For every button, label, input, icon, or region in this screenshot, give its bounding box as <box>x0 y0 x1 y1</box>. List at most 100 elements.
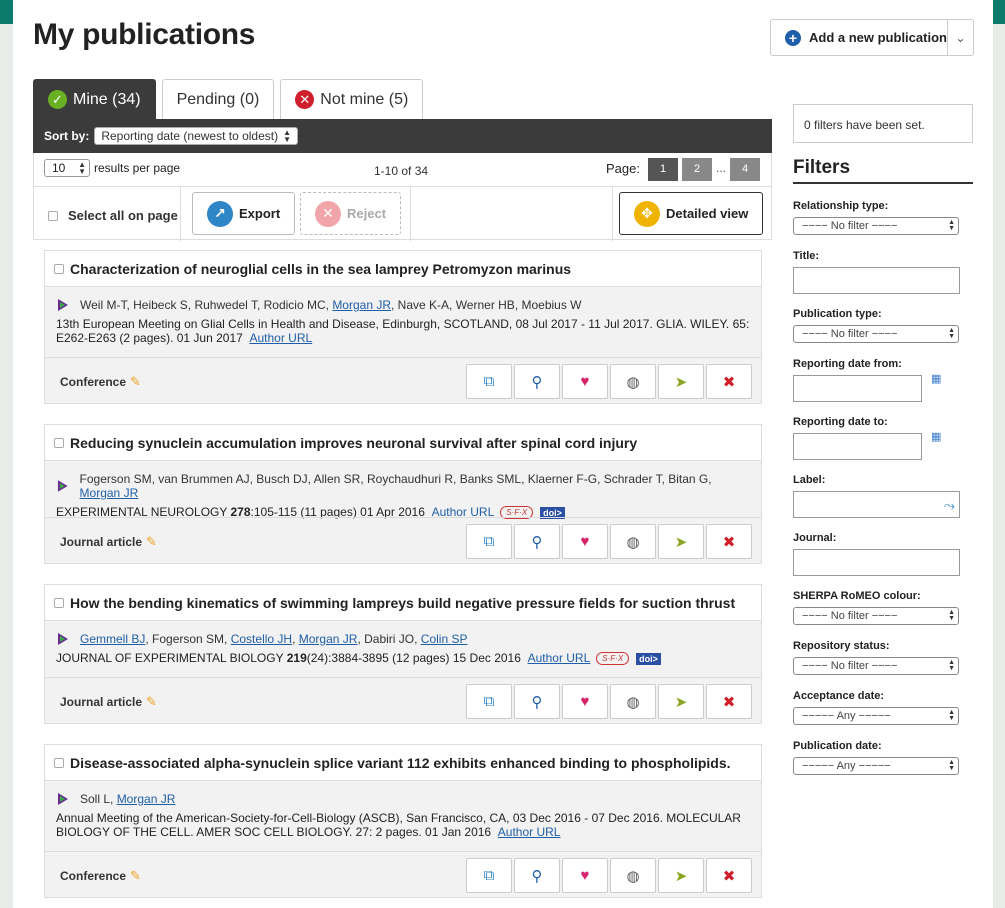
add-publication-dropdown[interactable]: ⌄ <box>947 20 973 55</box>
tab-mine[interactable]: ✓ Mine (34) <box>33 79 156 119</box>
relationship-type-select[interactable]: −−−− No filter −−−− ▲ ▼ <box>793 217 959 235</box>
reject-label: Reject <box>347 206 387 221</box>
publication-checkbox[interactable] <box>54 597 64 608</box>
copy-icon[interactable]: ⧉ <box>466 524 512 559</box>
page-4-button[interactable]: 4 <box>730 158 760 181</box>
reject-icon: ✕ <box>315 200 341 227</box>
publication-title-bar: Reducing synuclein accumulation improves… <box>45 425 761 461</box>
select-arrows-icon: ▲ ▼ <box>283 128 292 144</box>
publication-actions: ⧉ ⚲ ♥ ◍ ➤ ✖ <box>466 524 752 559</box>
relationship-icon[interactable]: ➤ <box>658 364 704 399</box>
bulk-action-bar: Select all on page ↗ Export ✕ Reject ✥ D… <box>33 186 772 241</box>
publication-title[interactable]: Disease-associated alpha-synuclein splic… <box>70 755 731 771</box>
copy-icon[interactable]: ⧉ <box>466 858 512 893</box>
detailed-view-button[interactable]: ✥ Detailed view <box>619 192 764 235</box>
page-1-button[interactable]: 1 <box>648 158 678 181</box>
sfx-link[interactable]: S·F·X <box>596 652 630 666</box>
pencil-icon[interactable]: ✎ <box>146 534 157 549</box>
author-link[interactable]: Morgan JR <box>299 632 358 646</box>
repository-status-select[interactable]: −−−− No filter −−−− ▲ ▼ <box>793 657 959 675</box>
publication-checkbox[interactable] <box>54 437 64 448</box>
results-per-page-select[interactable]: 10 ▲ ▼ <box>44 159 90 177</box>
author-url-link[interactable]: Author URL <box>528 651 591 665</box>
plus-icon: + <box>785 29 801 46</box>
hide-icon[interactable]: ◍ <box>610 364 656 399</box>
heart-icon[interactable]: ♥ <box>562 684 608 719</box>
search-icon[interactable]: ⚲ <box>514 524 560 559</box>
author-link[interactable]: Morgan JR <box>332 298 391 312</box>
author-url-link[interactable]: Author URL <box>498 825 561 839</box>
reporting-date-from-input[interactable] <box>793 375 922 402</box>
pencil-icon[interactable]: ✎ <box>130 374 141 389</box>
doi-link[interactable]: doi> <box>636 652 661 665</box>
publication-type-select[interactable]: −−−− No filter −−−− ▲ ▼ <box>793 325 959 343</box>
filter-sherpa-romeo: SHERPA RoMEO colour: −−−− No filter −−−−… <box>793 590 959 625</box>
filters-heading: Filters <box>793 157 973 184</box>
publication-authors: Gemmell BJ, Fogerson SM, Costello JH, Mo… <box>45 621 761 646</box>
publication-footer: Journal article ✎ ⧉ ⚲ ♥ ◍ ➤ ✖ <box>45 517 761 563</box>
author-url-link[interactable]: Author URL <box>249 331 312 345</box>
sort-select[interactable]: Reporting date (newest to oldest) ▲ ▼ <box>94 127 299 145</box>
search-icon[interactable]: ⚲ <box>514 858 560 893</box>
add-publication-button[interactable]: + Add a new publication <box>771 20 947 55</box>
heart-icon[interactable]: ♥ <box>562 858 608 893</box>
export-button[interactable]: ↗ Export <box>192 192 296 235</box>
search-icon[interactable]: ⚲ <box>514 364 560 399</box>
relationship-icon[interactable]: ➤ <box>658 524 704 559</box>
acceptance-date-select[interactable]: −−−−− Any −−−−− ▲ ▼ <box>793 707 959 725</box>
search-icon[interactable]: ⚲ <box>514 684 560 719</box>
publication-checkbox[interactable] <box>54 263 64 274</box>
reporting-date-to-input[interactable] <box>793 433 922 460</box>
heart-icon[interactable]: ♥ <box>562 524 608 559</box>
publication-title[interactable]: Reducing synuclein accumulation improves… <box>70 435 637 451</box>
close-icon[interactable]: ✖ <box>706 524 752 559</box>
publication-checkbox[interactable] <box>54 757 64 768</box>
relationship-icon[interactable]: ➤ <box>658 684 704 719</box>
author-link[interactable]: Costello JH <box>231 632 292 646</box>
title-input[interactable] <box>793 267 960 294</box>
heart-icon[interactable]: ♥ <box>562 364 608 399</box>
author-link[interactable]: Colin SP <box>421 632 468 646</box>
publication-title[interactable]: How the bending kinematics of swimming l… <box>70 595 735 611</box>
author-link[interactable]: Morgan JR <box>117 792 176 806</box>
copy-icon[interactable]: ⧉ <box>466 684 512 719</box>
sherpa-romeo-select[interactable]: −−−− No filter −−−− ▲ ▼ <box>793 607 959 625</box>
author-link[interactable]: Morgan JR <box>80 486 139 500</box>
pager-bar: 10 ▲ ▼ results per page 1-10 of 34 Page: … <box>33 153 772 186</box>
reject-button[interactable]: ✕ Reject <box>300 192 402 235</box>
pencil-icon[interactable]: ✎ <box>146 694 157 709</box>
close-icon[interactable]: ✖ <box>706 684 752 719</box>
checkbox[interactable] <box>48 210 58 221</box>
author-link[interactable]: Gemmell BJ <box>80 632 145 646</box>
journal-input[interactable] <box>793 549 960 576</box>
publication-footer: Conference ✎ ⧉ ⚲ ♥ ◍ ➤ ✖ <box>45 851 761 897</box>
hide-icon[interactable]: ◍ <box>610 524 656 559</box>
results-per-page: 10 ▲ ▼ results per page <box>44 159 180 177</box>
calendar-icon[interactable]: ▦ <box>931 430 941 443</box>
calendar-icon[interactable]: ▦ <box>931 372 941 385</box>
wand-icon[interactable]: ⤳ <box>944 497 955 514</box>
hide-icon[interactable]: ◍ <box>610 858 656 893</box>
copy-icon[interactable]: ⧉ <box>466 364 512 399</box>
publication-footer: Conference ✎ ⧉ ⚲ ♥ ◍ ➤ ✖ <box>45 357 761 403</box>
pencil-icon[interactable]: ✎ <box>130 868 141 883</box>
export-label: Export <box>239 206 281 221</box>
publication-item: Reducing synuclein accumulation improves… <box>44 424 762 564</box>
close-icon[interactable]: ✖ <box>706 364 752 399</box>
select-arrows-icon: ▲ ▼ <box>948 759 955 772</box>
publication-title[interactable]: Characterization of neuroglial cells in … <box>70 261 571 277</box>
select-all-checkbox[interactable]: Select all on page <box>48 208 178 223</box>
close-icon[interactable]: ✖ <box>706 858 752 893</box>
tab-not-mine[interactable]: ✕ Not mine (5) <box>280 79 424 119</box>
relationship-icon[interactable]: ➤ <box>658 858 704 893</box>
label-input[interactable]: ⤳ <box>793 491 960 518</box>
page-2-button[interactable]: 2 <box>682 158 712 181</box>
publication-item: How the bending kinematics of swimming l… <box>44 584 762 724</box>
publication-date-select[interactable]: −−−−− Any −−−−− ▲ ▼ <box>793 757 959 775</box>
authors-text: Gemmell BJ, Fogerson SM, Costello JH, Mo… <box>80 632 468 646</box>
filter-reporting-date-from: Reporting date from: ▦ <box>793 358 941 402</box>
hide-icon[interactable]: ◍ <box>610 684 656 719</box>
tab-not-mine-label: Not mine (5) <box>320 90 409 108</box>
publication-actions: ⧉ ⚲ ♥ ◍ ➤ ✖ <box>466 364 752 399</box>
tab-pending[interactable]: Pending (0) <box>161 79 275 119</box>
